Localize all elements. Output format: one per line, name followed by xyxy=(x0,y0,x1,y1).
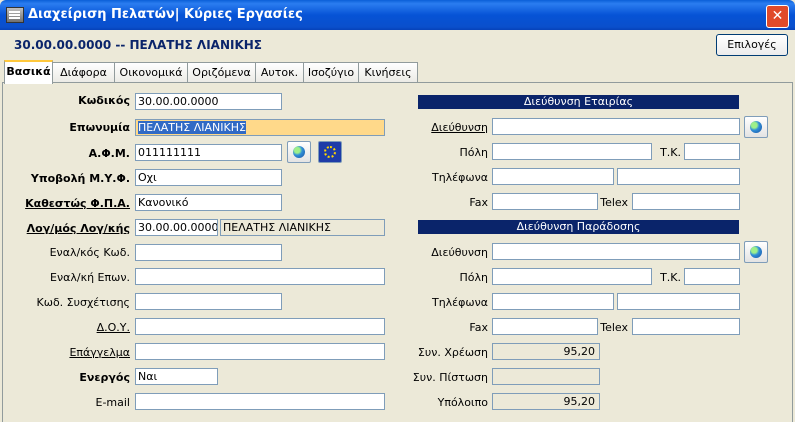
company-telex-label: Telex xyxy=(600,196,628,209)
delivery-phone2-field[interactable] xyxy=(617,293,740,310)
myf-field[interactable]: Οχι xyxy=(135,169,282,186)
delivery-zip-label: Τ.Κ. xyxy=(660,271,681,284)
delivery-city-label: Πόλη xyxy=(459,271,488,284)
company-phone2-field[interactable] xyxy=(617,168,740,185)
relation-code-field[interactable] xyxy=(135,293,282,310)
eu-flag-icon[interactable] xyxy=(318,141,342,163)
doy-field[interactable] xyxy=(135,318,385,335)
globe-icon[interactable] xyxy=(287,141,311,163)
delivery-zip-field[interactable] xyxy=(684,268,740,285)
alt-name-field[interactable] xyxy=(135,268,385,285)
alt-code-field[interactable] xyxy=(135,244,282,261)
profession-field[interactable] xyxy=(135,343,385,360)
tab-balance[interactable]: Ισοζύγιο xyxy=(303,62,359,82)
name-label: Επωνυμία xyxy=(69,121,130,134)
profession-link[interactable]: Επάγγελμα xyxy=(20,346,130,359)
delivery-address-label: Διεύθυνση xyxy=(431,246,488,259)
total-debit-value: 95,20 xyxy=(492,343,600,360)
company-address-link[interactable]: Διεύθυνση xyxy=(400,121,488,134)
relation-code-label: Κωδ. Συσχέτισης xyxy=(36,296,130,309)
company-address-header: Διεύθυνση Εταιρίας xyxy=(418,95,739,109)
tab-movements[interactable]: Κινήσεις xyxy=(358,62,418,82)
delivery-phone1-field[interactable] xyxy=(492,293,614,310)
myf-label: Υποβολή Μ.Υ.Φ. xyxy=(30,172,130,185)
active-field[interactable]: Ναι xyxy=(135,368,218,385)
delivery-address-field[interactable] xyxy=(492,243,740,260)
alt-code-label: Εναλ/κός Κωδ. xyxy=(49,246,130,259)
window-title: Διαχείριση Πελατών| Κύριες Εργασίες xyxy=(28,7,303,22)
title-bar: Διαχείριση Πελατών| Κύριες Εργασίες ✕ xyxy=(0,0,795,30)
company-city-label: Πόλη xyxy=(459,146,488,159)
company-phones-label: Τηλέφωνα xyxy=(431,171,488,184)
account-link[interactable]: Λογ/μός Λογ/κής xyxy=(20,222,130,235)
delivery-city-field[interactable] xyxy=(492,268,652,285)
active-label: Ενεργός xyxy=(79,371,130,384)
company-fax-label: Fax xyxy=(469,196,488,209)
delivery-address-header: Διεύθυνση Παράδοσης xyxy=(418,220,739,234)
afm-label: Α.Φ.Μ. xyxy=(88,147,130,160)
code-field[interactable]: 30.00.00.0000 xyxy=(135,93,282,110)
tab-misc[interactable]: Διάφορα xyxy=(52,62,115,82)
total-credit-label: Συν. Πίστωση xyxy=(412,371,488,384)
afm-field[interactable]: 011111111 xyxy=(135,144,282,161)
delivery-fax-label: Fax xyxy=(469,321,488,334)
doy-link[interactable]: Δ.Ο.Υ. xyxy=(20,321,130,334)
options-button[interactable]: Επιλογές xyxy=(716,34,788,56)
email-label: E-mail xyxy=(95,396,131,409)
app-icon xyxy=(6,7,24,23)
company-fax-field[interactable] xyxy=(492,193,598,210)
company-address-field[interactable] xyxy=(492,118,740,135)
company-phone1-field[interactable] xyxy=(492,168,614,185)
vat-status-field[interactable]: Κανονικό xyxy=(135,194,282,211)
company-globe-icon[interactable] xyxy=(744,116,768,138)
code-label: Κωδικός xyxy=(78,94,130,107)
delivery-telex-label: Telex xyxy=(600,321,628,334)
company-city-field[interactable] xyxy=(492,143,652,160)
name-selected-text: ΠΕΛΑΤΗΣ ΛΙΑΝΙΚΗΣ xyxy=(138,121,246,134)
company-zip-label: Τ.Κ. xyxy=(660,146,681,159)
email-field[interactable] xyxy=(135,393,385,410)
tab-auto[interactable]: Αυτοκ. xyxy=(255,62,304,82)
total-credit-value xyxy=(492,368,600,385)
account-field[interactable]: 30.00.00.0000 xyxy=(135,219,218,236)
account-name-field: ΠΕΛΑΤΗΣ ΛΙΑΝΙΚΗΣ xyxy=(220,219,385,236)
delivery-globe-icon[interactable] xyxy=(744,241,768,263)
tab-basic[interactable]: Βασικά xyxy=(4,60,53,84)
tab-user-defined[interactable]: Οριζόμενα xyxy=(187,62,256,82)
record-header: 30.00.00.0000 -- ΠΕΛΑΤΗΣ ΛΙΑΝΙΚΗΣ xyxy=(14,38,262,52)
delivery-phones-label: Τηλέφωνα xyxy=(431,296,488,309)
name-field[interactable]: ΠΕΛΑΤΗΣ ΛΙΑΝΙΚΗΣ xyxy=(135,119,385,136)
delivery-telex-field[interactable] xyxy=(632,318,740,335)
delivery-fax-field[interactable] xyxy=(492,318,598,335)
vat-status-link[interactable]: Καθεστώς Φ.Π.Α. xyxy=(20,197,130,210)
company-telex-field[interactable] xyxy=(632,193,740,210)
balance-value: 95,20 xyxy=(492,393,600,410)
close-button[interactable]: ✕ xyxy=(766,5,789,28)
company-zip-field[interactable] xyxy=(684,143,740,160)
total-debit-label: Συν. Χρέωση xyxy=(417,346,488,359)
alt-name-label: Εναλ/κή Επων. xyxy=(50,271,130,284)
balance-label: Υπόλοιπο xyxy=(437,396,488,409)
tab-financial[interactable]: Οικονομικά xyxy=(114,62,188,82)
